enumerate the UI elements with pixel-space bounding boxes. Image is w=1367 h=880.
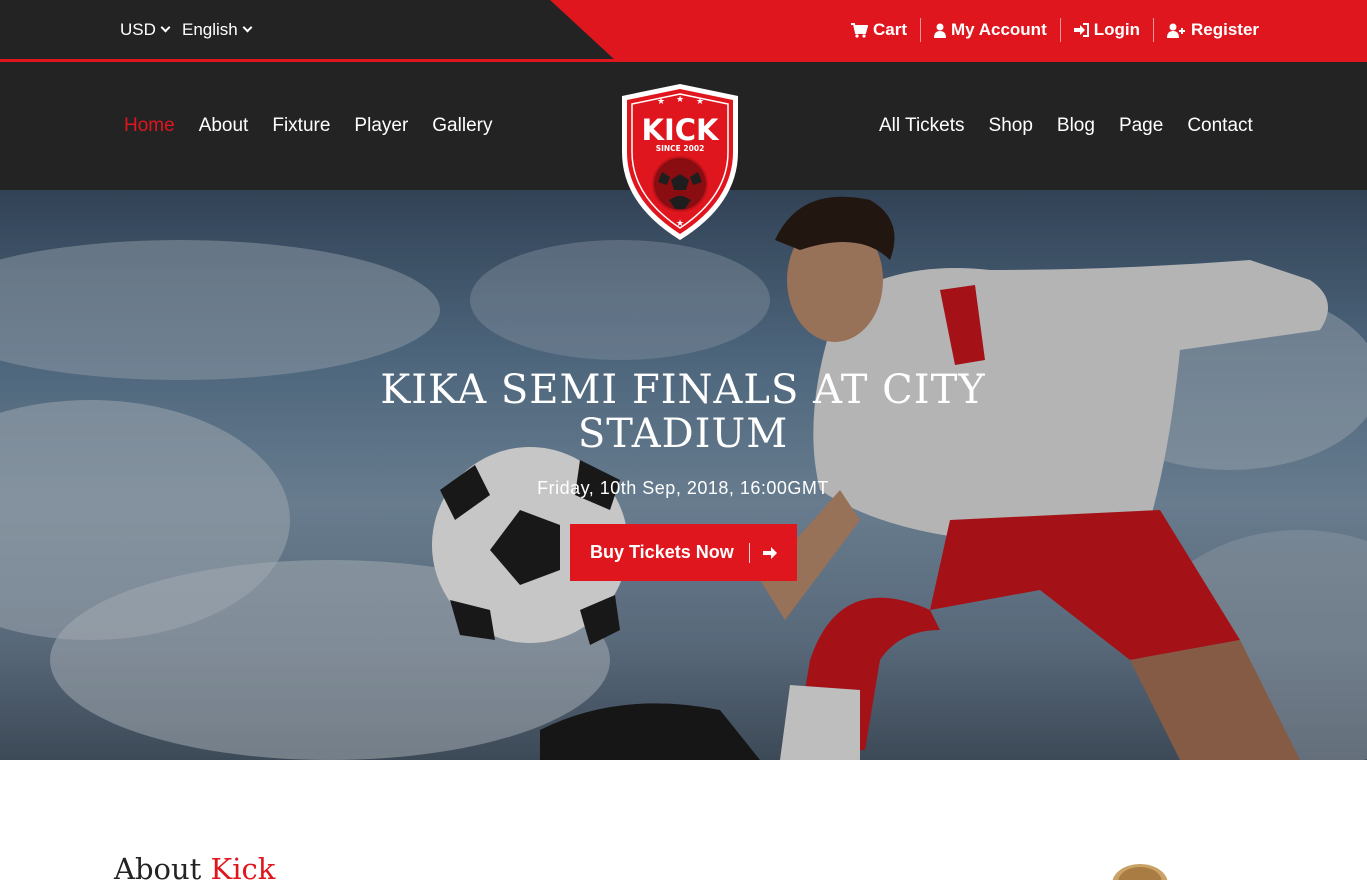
account-links: Cart My Account Login Register <box>838 0 1272 60</box>
buy-tickets-label: Buy Tickets Now <box>590 542 734 562</box>
cart-label: Cart <box>873 20 908 39</box>
top-bar: USD English Cart My Account Login Regist… <box>0 0 1367 62</box>
main-nav-right: All Tickets Shop Blog Page Contact <box>855 62 1253 190</box>
nav-fixture[interactable]: Fixture <box>272 115 330 137</box>
register-link[interactable]: Register <box>1153 18 1272 42</box>
about-heading-accent: Kick <box>210 852 276 880</box>
user-plus-icon <box>1167 23 1185 38</box>
svg-text:★: ★ <box>657 97 665 107</box>
currency-dropdown[interactable]: USD <box>120 0 171 60</box>
about-heading: About Kick <box>114 852 275 880</box>
chevron-down-icon <box>242 22 253 33</box>
arrow-right-icon <box>762 546 777 559</box>
nav-about[interactable]: About <box>199 115 249 137</box>
language-dropdown[interactable]: English <box>182 0 253 60</box>
language-label: English <box>182 20 238 39</box>
nav-player[interactable]: Player <box>354 115 408 137</box>
svg-text:★: ★ <box>696 97 704 107</box>
cart-icon <box>851 22 868 38</box>
user-icon <box>934 23 947 38</box>
chevron-down-icon <box>160 22 171 33</box>
nav-page[interactable]: Page <box>1119 115 1163 137</box>
nav-blog[interactable]: Blog <box>1057 115 1095 137</box>
hero-date: Friday, 10th Sep, 2018, 16:00GMT <box>537 478 829 498</box>
main-nav-left: Home About Fixture Player Gallery <box>124 62 516 190</box>
button-divider <box>748 542 750 563</box>
about-player-photo <box>1112 864 1168 880</box>
currency-label: USD <box>120 20 156 39</box>
svg-text:★: ★ <box>676 95 684 105</box>
my-account-link[interactable]: My Account <box>920 18 1060 42</box>
register-label: Register <box>1191 20 1260 39</box>
svg-text:★: ★ <box>676 219 684 229</box>
hero-overlay <box>0 190 1367 760</box>
hero-title: KIKA SEMI FINALS AT CITY STADIUM <box>380 367 986 457</box>
site-logo[interactable]: ★ ★ ★ ★ KICK SINCE 2002 <box>617 82 743 242</box>
nav-all-tickets[interactable]: All Tickets <box>879 115 965 137</box>
logo-tagline: SINCE 2002 <box>656 144 705 153</box>
about-heading-word: About <box>114 852 202 880</box>
buy-tickets-button[interactable]: Buy Tickets Now <box>570 524 797 581</box>
nav-contact[interactable]: Contact <box>1187 115 1252 137</box>
cart-link[interactable]: Cart <box>838 18 920 42</box>
logo-wordmark: KICK <box>641 113 720 147</box>
sign-in-icon <box>1073 23 1089 37</box>
hero-banner: KIKA SEMI FINALS AT CITY STADIUM Friday,… <box>0 190 1367 760</box>
nav-shop[interactable]: Shop <box>989 115 1033 137</box>
login-link[interactable]: Login <box>1059 18 1153 42</box>
login-label: Login <box>1093 20 1140 39</box>
nav-home[interactable]: Home <box>124 115 175 137</box>
nav-gallery[interactable]: Gallery <box>432 115 492 137</box>
my-account-label: My Account <box>951 20 1047 39</box>
kick-shield-logo: ★ ★ ★ ★ KICK SINCE 2002 <box>622 84 738 240</box>
